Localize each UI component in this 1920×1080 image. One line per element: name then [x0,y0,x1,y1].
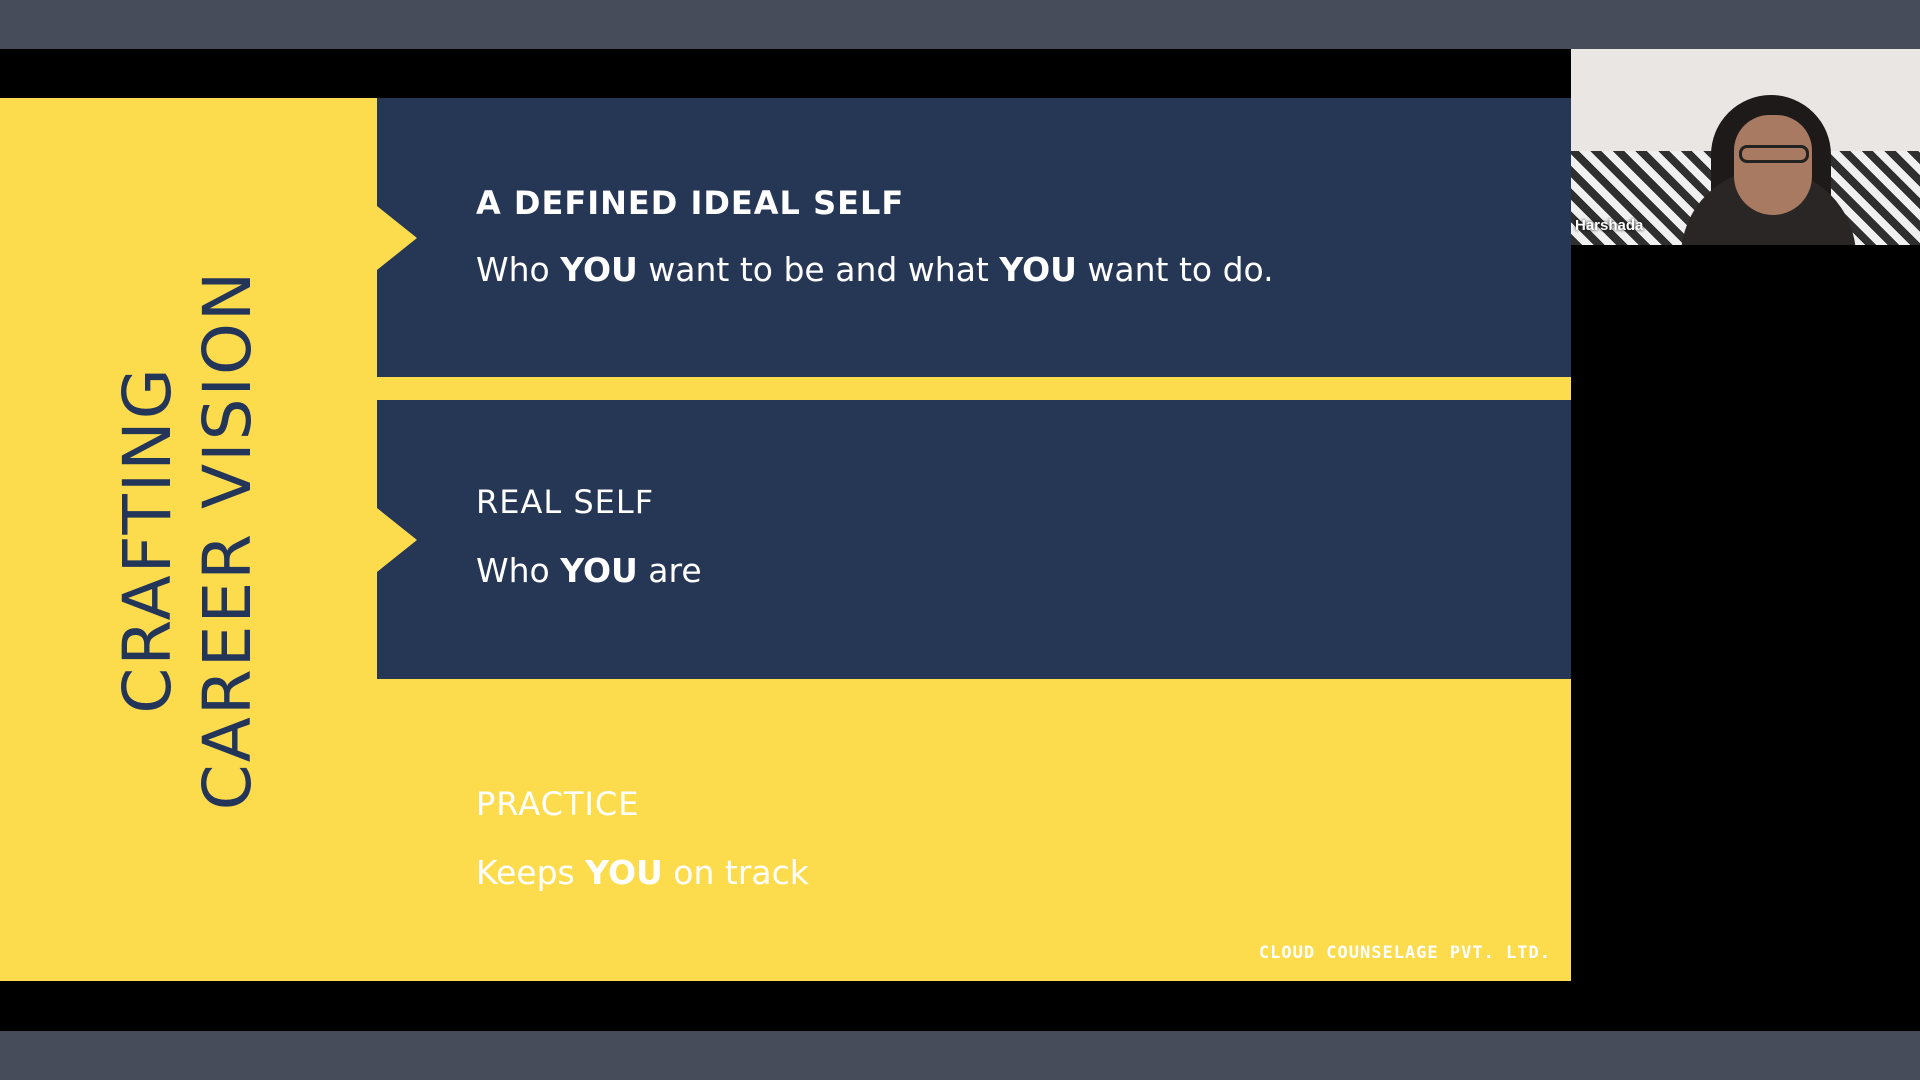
brand-footer: CLOUD COUNSELAGE PVT. LTD. [1258,943,1551,963]
side-title-line-1: CRAFTING [109,366,186,714]
presentation-slide: CRAFTING CAREER VISION A DEFINED IDEAL S… [0,98,1571,981]
participant-face [1734,115,1812,215]
ideal-self-heading: A DEFINED IDEAL SELF [476,184,905,222]
glasses-icon [1739,145,1809,163]
chevron-notch-icon [377,206,417,270]
real-self-panel: REAL SELF Who YOU are [377,400,1571,679]
chevron-notch-icon [377,508,417,572]
real-self-text: Who YOU are [476,551,702,590]
side-title-text: CRAFTING CAREER VISION [108,270,268,811]
ideal-self-text: Who YOU want to be and what YOU want to … [476,250,1274,289]
bottom-toolbar-area [0,1031,1920,1080]
practice-block: PRACTICE Keeps YOU on track [377,679,1571,981]
side-title: CRAFTING CAREER VISION [0,98,377,981]
practice-heading: PRACTICE [476,785,640,823]
participant-name: Harshada [1575,217,1644,234]
ideal-self-panel: A DEFINED IDEAL SELF Who YOU want to be … [377,98,1571,377]
side-title-line-2: CAREER VISION [189,269,266,811]
participant-video-tile[interactable]: Harshada [1571,49,1920,245]
real-self-heading: REAL SELF [476,483,655,521]
top-toolbar-area [0,0,1920,49]
practice-text: Keeps YOU on track [476,853,809,892]
